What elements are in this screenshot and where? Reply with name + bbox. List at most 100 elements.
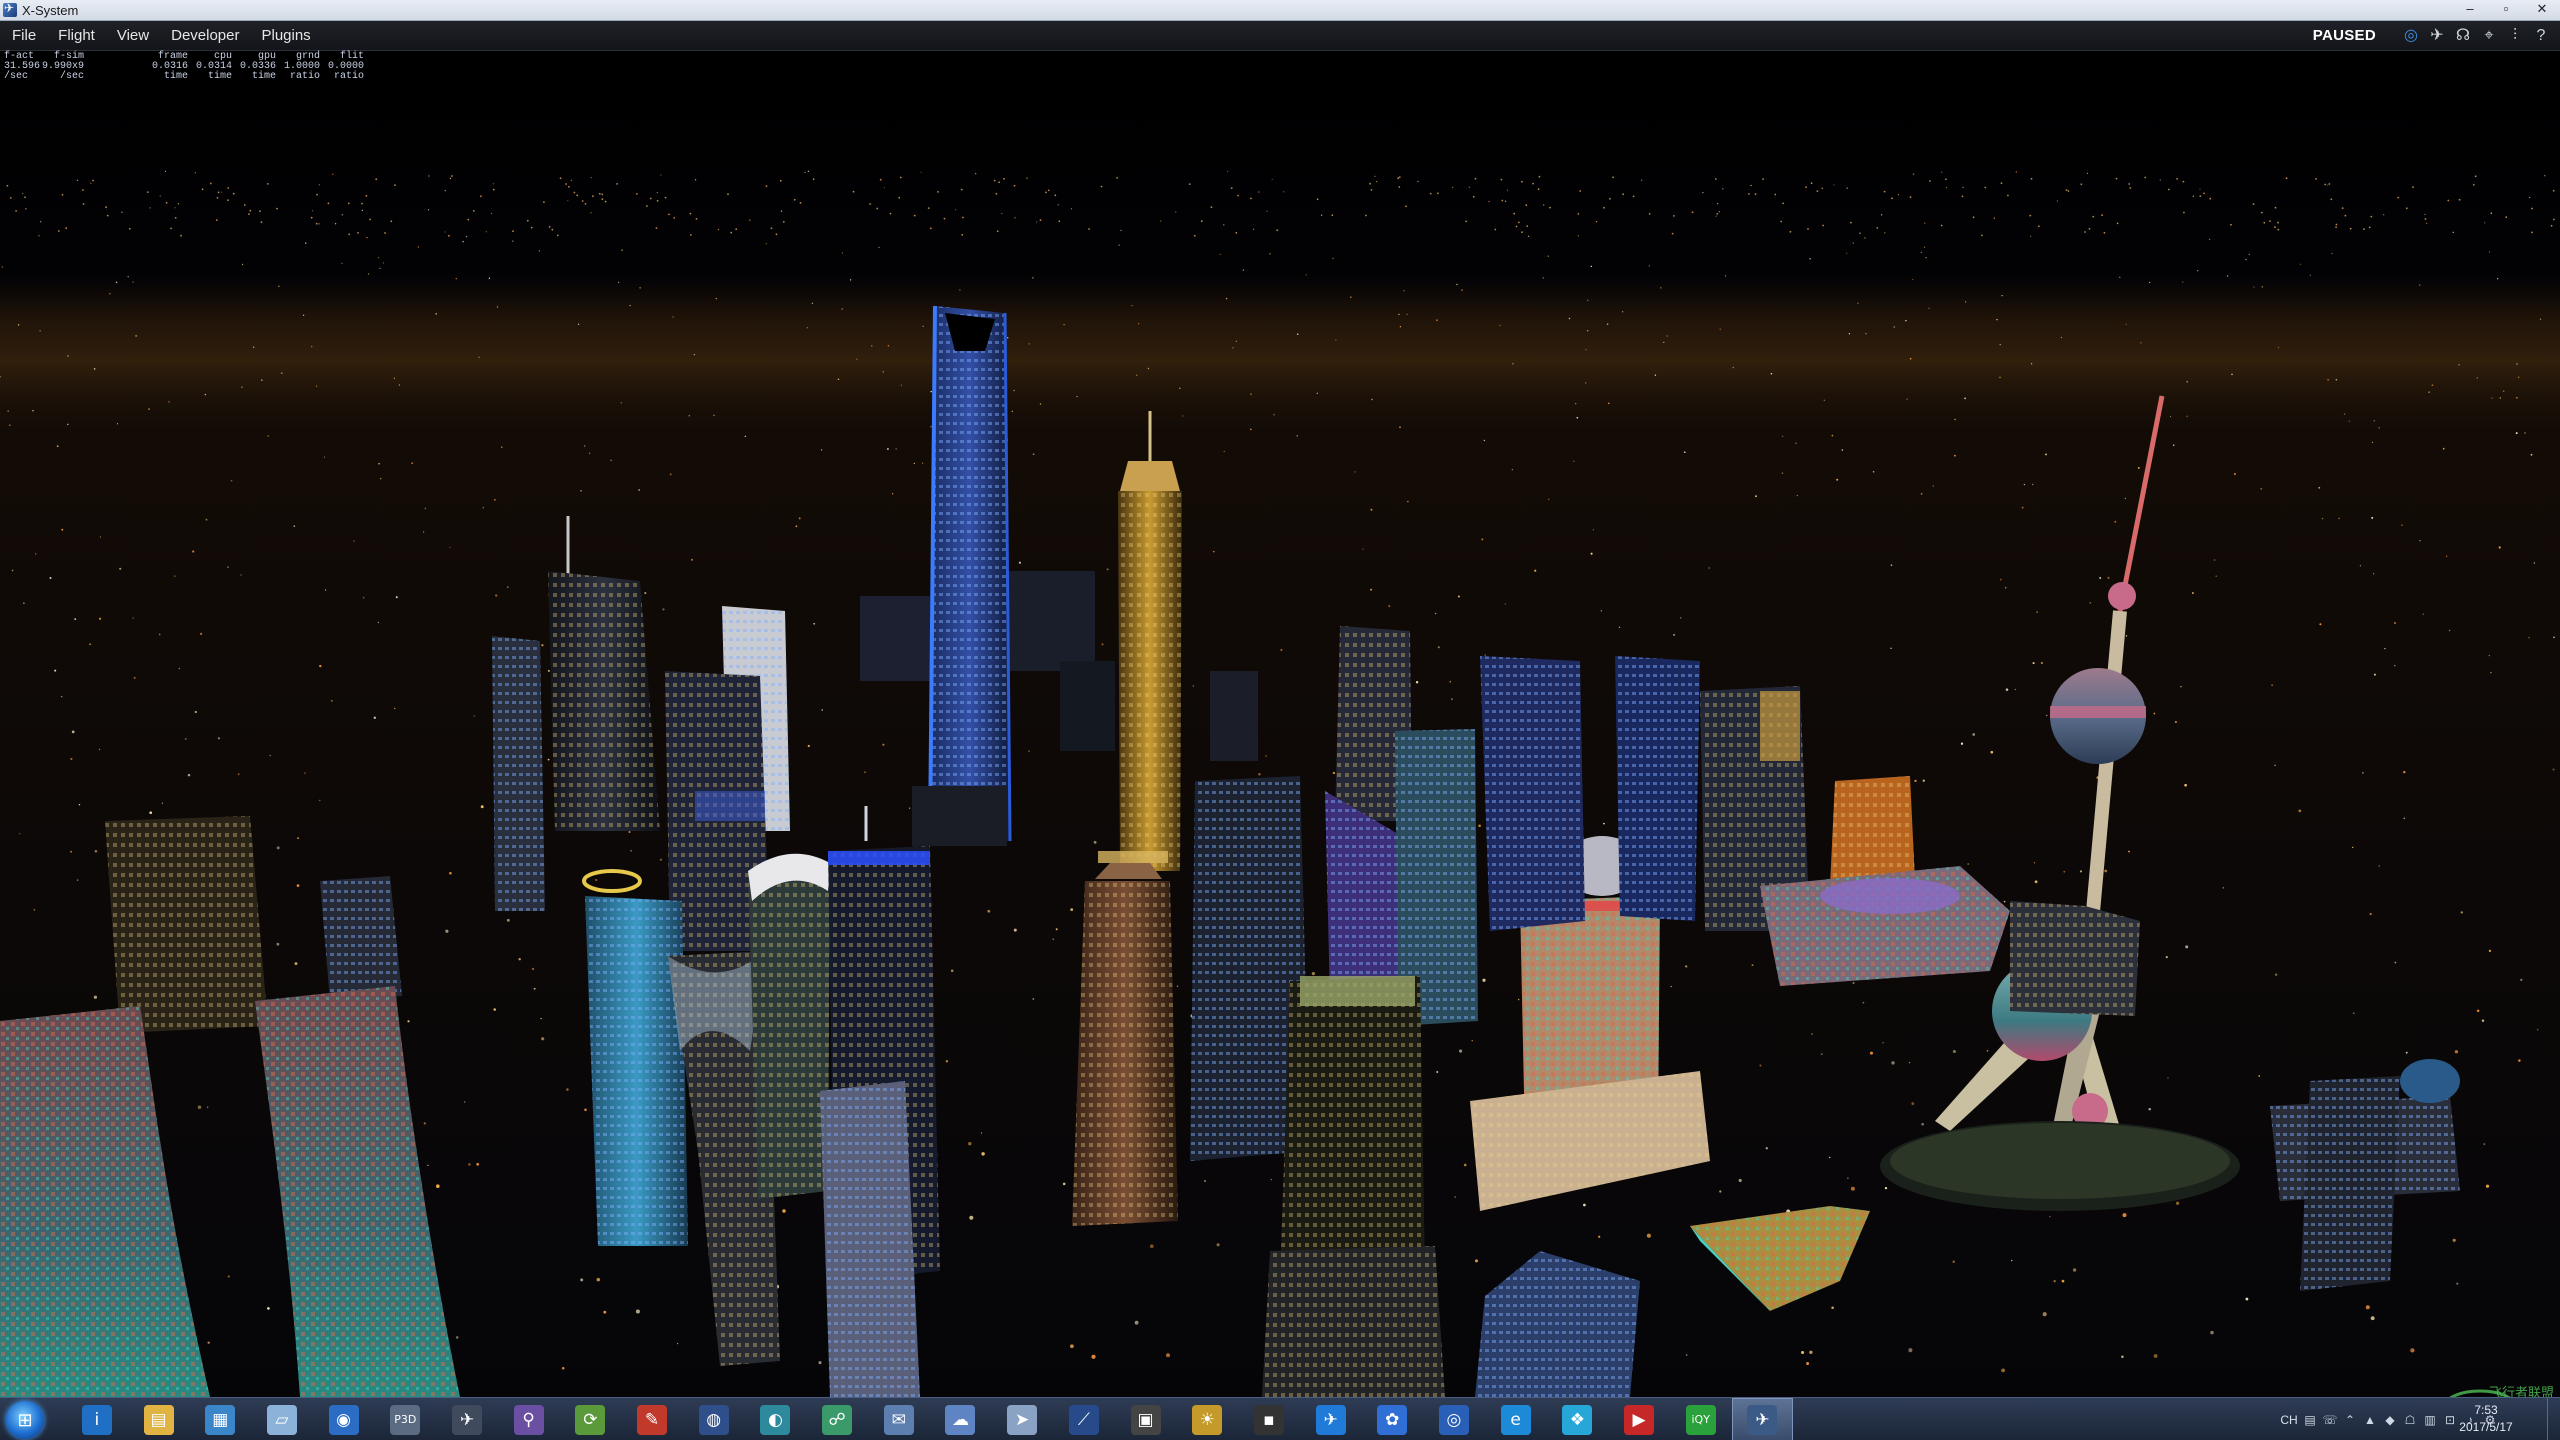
taskbar-app-notes[interactable]: ▱ (251, 1398, 313, 1440)
horizon-light (1822, 224, 1824, 227)
horizon-light (472, 210, 475, 212)
atc-icon[interactable]: ☊ (2450, 21, 2476, 50)
city-light (841, 252, 844, 254)
taskbar-app-sync[interactable]: ⟳ (560, 1398, 622, 1440)
horizon-light (266, 183, 269, 185)
taskbar-app-earth[interactable]: ◍ (683, 1398, 745, 1440)
taskbar-app-world-map[interactable]: ◐ (745, 1398, 807, 1440)
tray-icon-5[interactable]: ◆ (2380, 1413, 2400, 1427)
city-light (8, 424, 11, 427)
taskbar-app-mail[interactable]: ✉ (868, 1398, 930, 1440)
taskbar-app-droplet[interactable]: ❖ (1547, 1398, 1609, 1440)
map-pin-icon[interactable]: ⌖ (2476, 21, 2502, 50)
show-desktop-button[interactable] (2547, 1398, 2560, 1440)
horizon-light (1276, 229, 1279, 232)
taskbar-app-flight-app[interactable]: ✈ (1300, 1398, 1362, 1440)
window-title-bar[interactable]: X-System – ▫ ✕ (0, 0, 2560, 21)
city-light (1920, 251, 1922, 254)
city-light (1865, 332, 1867, 335)
tray-icon-2[interactable]: ☏ (2320, 1413, 2340, 1427)
help-icon[interactable]: ? (2528, 21, 2554, 50)
city-light (950, 969, 954, 972)
city-light (1176, 985, 1179, 987)
city-light (1999, 578, 2002, 581)
horizon-light (1235, 231, 1238, 234)
taskbar-app-terminal[interactable]: ▪ (1238, 1398, 1300, 1440)
taskbar-app-plane-app[interactable]: ✈ (436, 1398, 498, 1440)
city-light (294, 962, 298, 965)
maximize-button[interactable]: ▫ (2488, 0, 2524, 20)
taskbar-app-globe-app[interactable]: ◉ (313, 1398, 375, 1440)
menu-file[interactable]: File (0, 21, 47, 50)
tray-icon-7[interactable]: ▥ (2420, 1413, 2440, 1427)
world-map-icon: ◐ (760, 1404, 791, 1435)
taskbar-app-baidu[interactable]: ✿ (1361, 1398, 1423, 1440)
city-light (61, 528, 64, 531)
tray-icon-6[interactable]: ☖ (2400, 1413, 2420, 1427)
taskbar-app-intel-graphics[interactable]: i (66, 1398, 128, 1440)
tray-icon-1[interactable]: ▤ (2300, 1413, 2320, 1427)
taskbar-app-sun-app[interactable]: ☀ (1176, 1398, 1238, 1440)
minimize-button[interactable]: – (2452, 0, 2488, 20)
replay-icon[interactable]: ◎ (2398, 21, 2424, 50)
taskbar-app-film[interactable]: ▣ (1115, 1398, 1177, 1440)
city-light (1663, 341, 1665, 344)
horizon-light (1521, 180, 1523, 183)
taskbar-app-video[interactable]: ▶ (1608, 1398, 1670, 1440)
city-light (2394, 961, 2397, 964)
city-light (269, 754, 271, 757)
horizon-light (1972, 216, 1975, 219)
taskbar-app-ruler[interactable]: ⟋ (1053, 1398, 1115, 1440)
horizon-light (390, 220, 393, 223)
city-light (891, 493, 894, 495)
stat-unit-frame: time (163, 71, 188, 82)
taskbar-app-p3d[interactable]: P3D (374, 1398, 436, 1440)
taskbar-app-paint[interactable]: ✎ (621, 1398, 683, 1440)
taskbar-app-screen-capture[interactable]: ▦ (189, 1398, 251, 1440)
taskbar-app-chat[interactable]: ☁ (930, 1398, 992, 1440)
city-light (660, 174, 662, 176)
menu-view[interactable]: View (106, 21, 160, 50)
close-button[interactable]: ✕ (2524, 0, 2560, 20)
menu-flight[interactable]: Flight (47, 21, 106, 50)
settings-sliders-icon[interactable]: ⫶ (2502, 21, 2528, 50)
horizon-light (1789, 230, 1792, 233)
horizon-light (310, 216, 313, 219)
taskbar-app-network[interactable]: ☍ (806, 1398, 868, 1440)
city-light (276, 846, 280, 850)
tray-icon-4[interactable]: ▲ (2360, 1413, 2380, 1427)
start-button[interactable]: ⊞ (6, 1401, 44, 1439)
city-light (669, 473, 672, 476)
city-light (969, 1215, 974, 1220)
taskbar-app-internet-explorer[interactable]: e (1485, 1398, 1547, 1440)
city-light (1, 266, 3, 268)
horizon-light (1984, 186, 1987, 189)
city-light (217, 737, 221, 740)
taskbar-app-iqiyi[interactable]: iQY (1670, 1398, 1732, 1440)
paint-icon: ✎ (637, 1404, 668, 1435)
horizon-light (573, 191, 576, 194)
aircraft-icon[interactable]: ✈ (2424, 21, 2450, 50)
tray-icon-3[interactable]: ⌃ (2340, 1413, 2360, 1427)
city-light (2359, 565, 2361, 567)
taskbar-app-xplane[interactable]: ✈ (1731, 1398, 1794, 1440)
city-light (367, 273, 370, 275)
taskbar-app-file-explorer[interactable]: ▤ (128, 1398, 190, 1440)
sim-3d-view[interactable] (0, 51, 2560, 1397)
menu-developer[interactable]: Developer (160, 21, 250, 50)
menu-plugins[interactable]: Plugins (250, 21, 321, 50)
horizon-light (1088, 228, 1090, 230)
taskbar-app-browser-globe[interactable]: ◎ (1423, 1398, 1485, 1440)
taskbar-app-search-tool[interactable]: ⚲ (498, 1398, 560, 1440)
horizon-light (765, 185, 768, 188)
horizon-light (735, 228, 738, 231)
input-language-indicator[interactable]: CH (2278, 1413, 2300, 1427)
ruler-icon: ⟋ (1068, 1404, 1099, 1435)
city-light (398, 384, 401, 386)
taskbar-clock[interactable]: 7:53 2017/5/17 (2456, 1402, 2516, 1436)
city-light (856, 358, 858, 360)
city-light (89, 643, 91, 646)
green-top-tower (1262, 976, 1445, 1397)
city-light (676, 1342, 679, 1345)
taskbar-app-send[interactable]: ➤ (991, 1398, 1053, 1440)
